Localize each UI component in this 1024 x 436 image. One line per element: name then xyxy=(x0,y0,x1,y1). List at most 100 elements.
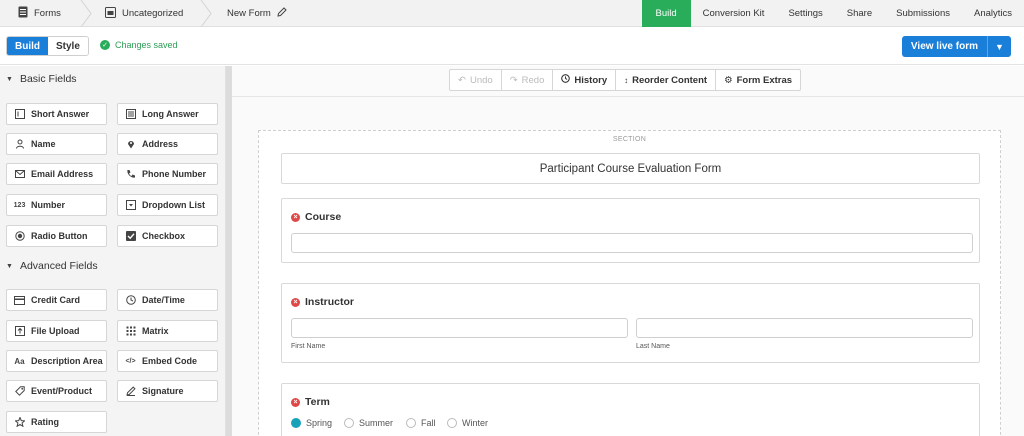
upload-icon xyxy=(14,326,25,336)
required-icon: × xyxy=(291,397,300,407)
pen-icon xyxy=(125,386,136,396)
field-file-upload[interactable]: File Upload xyxy=(6,320,107,342)
last-name-sublabel: Last Name xyxy=(636,343,670,350)
term-option-winter[interactable]: Winter xyxy=(447,418,488,428)
field-event-product[interactable]: Event/Product xyxy=(6,380,107,402)
history-button[interactable]: History xyxy=(553,70,617,90)
form-title-card[interactable]: Participant Course Evaluation Form xyxy=(281,153,980,184)
undo-icon: ↶ xyxy=(458,74,466,86)
field-label: Checkbox xyxy=(142,231,186,241)
breadcrumb-form-name-label: New Form xyxy=(227,8,271,19)
field-label: Number xyxy=(31,200,66,210)
nav-submissions[interactable]: Submissions xyxy=(884,0,962,27)
caret-down-icon: ▼ xyxy=(995,41,1004,52)
field-label: Long Answer xyxy=(142,109,199,119)
field-dropdown-list[interactable]: Dropdown List xyxy=(117,194,218,216)
field-description-area[interactable]: Aa Description Area xyxy=(6,350,107,372)
view-live-dropdown-button[interactable]: ▼ xyxy=(987,36,1011,57)
field-name[interactable]: Name xyxy=(6,133,107,155)
field-number[interactable]: 123 Number xyxy=(6,194,107,216)
field-label: Date/Time xyxy=(142,295,185,305)
field-radio-button[interactable]: Radio Button xyxy=(6,225,107,247)
nav-analytics[interactable]: Analytics xyxy=(962,0,1024,27)
reorder-label: Reorder Content xyxy=(632,74,708,86)
gear-icon: ⚙ xyxy=(724,74,733,86)
field-label: Credit Card xyxy=(31,295,81,305)
term-field-card[interactable]: × Term Spring Summer Fall Winter xyxy=(281,383,980,436)
course-label-text: Course xyxy=(305,211,342,223)
undo-label: Undo xyxy=(469,74,493,86)
first-name-input[interactable] xyxy=(291,318,628,338)
breadcrumb-forms[interactable]: Forms xyxy=(18,0,61,27)
redo-label: Redo xyxy=(521,74,545,86)
radio-selected-icon xyxy=(291,418,301,428)
breadcrumb-form-name[interactable]: New Form xyxy=(227,0,287,27)
radio-empty-icon xyxy=(447,418,457,428)
nav-settings[interactable]: Settings xyxy=(776,0,834,27)
nav-share[interactable]: Share xyxy=(835,0,884,27)
build-mode-button[interactable]: Build xyxy=(7,37,48,55)
field-short-answer[interactable]: Short Answer xyxy=(6,103,107,125)
field-date-time[interactable]: Date/Time xyxy=(117,289,218,311)
course-input[interactable] xyxy=(291,233,973,253)
field-label: Description Area xyxy=(31,356,103,366)
pencil-icon[interactable] xyxy=(277,7,287,20)
term-option-spring[interactable]: Spring xyxy=(291,418,332,428)
clock-icon xyxy=(125,295,136,305)
basic-fields-header[interactable]: ▼ Basic Fields xyxy=(6,73,77,85)
field-label: Radio Button xyxy=(31,231,88,241)
field-label: Matrix xyxy=(142,326,169,336)
tag-icon xyxy=(14,386,25,396)
canvas-divider xyxy=(232,96,1024,97)
envelope-icon xyxy=(14,169,25,179)
radio-empty-icon xyxy=(344,418,354,428)
instructor-field-card[interactable]: × Instructor First Name Last Name xyxy=(281,283,980,363)
field-long-answer[interactable]: Long Answer xyxy=(117,103,218,125)
person-icon xyxy=(14,139,25,149)
nav-conversion-kit[interactable]: Conversion Kit xyxy=(691,0,777,27)
field-checkbox[interactable]: Checkbox xyxy=(117,225,218,247)
form-section[interactable]: SECTION Participant Course Evaluation Fo… xyxy=(258,130,1001,436)
number-icon: 123 xyxy=(13,201,26,209)
reorder-content-button[interactable]: ↕ Reorder Content xyxy=(616,70,717,90)
term-option-label: Spring xyxy=(306,418,333,428)
credit-card-icon xyxy=(14,295,25,305)
field-embed-code[interactable]: </> Embed Code xyxy=(117,350,218,372)
course-field-card[interactable]: × Course xyxy=(281,198,980,263)
required-icon: × xyxy=(291,297,300,307)
style-mode-button[interactable]: Style xyxy=(48,37,88,55)
nav-build[interactable]: Build xyxy=(641,0,691,27)
save-status-text: Changes saved xyxy=(115,40,178,50)
map-pin-icon xyxy=(125,139,136,149)
top-navigation: Build Conversion Kit Settings Share Subm… xyxy=(641,0,1024,27)
field-matrix[interactable]: Matrix xyxy=(117,320,218,342)
field-address[interactable]: Address xyxy=(117,133,218,155)
field-rating[interactable]: Rating xyxy=(6,411,107,433)
field-label: File Upload xyxy=(31,326,80,336)
field-label: Short Answer xyxy=(31,109,90,119)
field-phone-number[interactable]: Phone Number xyxy=(117,163,218,185)
term-option-fall[interactable]: Fall xyxy=(406,418,436,428)
redo-button[interactable]: ↷ Redo xyxy=(502,70,554,90)
advanced-fields-header[interactable]: ▼ Advanced Fields xyxy=(6,260,98,272)
field-email-address[interactable]: Email Address xyxy=(6,163,107,185)
code-icon: </> xyxy=(125,357,136,365)
field-credit-card[interactable]: Credit Card xyxy=(6,289,107,311)
field-signature[interactable]: Signature xyxy=(117,380,218,402)
form-title: Participant Course Evaluation Form xyxy=(539,162,722,175)
term-option-summer[interactable]: Summer xyxy=(344,418,393,428)
breadcrumb-category[interactable]: Uncategorized xyxy=(105,0,183,27)
last-name-input[interactable] xyxy=(636,318,973,338)
breadcrumb-category-label: Uncategorized xyxy=(122,8,184,19)
text-icon: Aa xyxy=(14,356,25,366)
undo-button[interactable]: ↶ Undo xyxy=(450,70,502,90)
short-answer-icon xyxy=(14,109,25,119)
view-live-form-button[interactable]: View live form xyxy=(901,36,987,57)
field-label: Dropdown List xyxy=(142,200,205,210)
build-style-toggle: Build Style xyxy=(6,36,89,56)
folder-icon xyxy=(105,6,116,21)
required-icon: × xyxy=(291,212,300,222)
form-extras-button[interactable]: ⚙ Form Extras xyxy=(716,70,800,90)
dropdown-icon xyxy=(125,200,136,210)
forms-icon xyxy=(18,6,28,21)
